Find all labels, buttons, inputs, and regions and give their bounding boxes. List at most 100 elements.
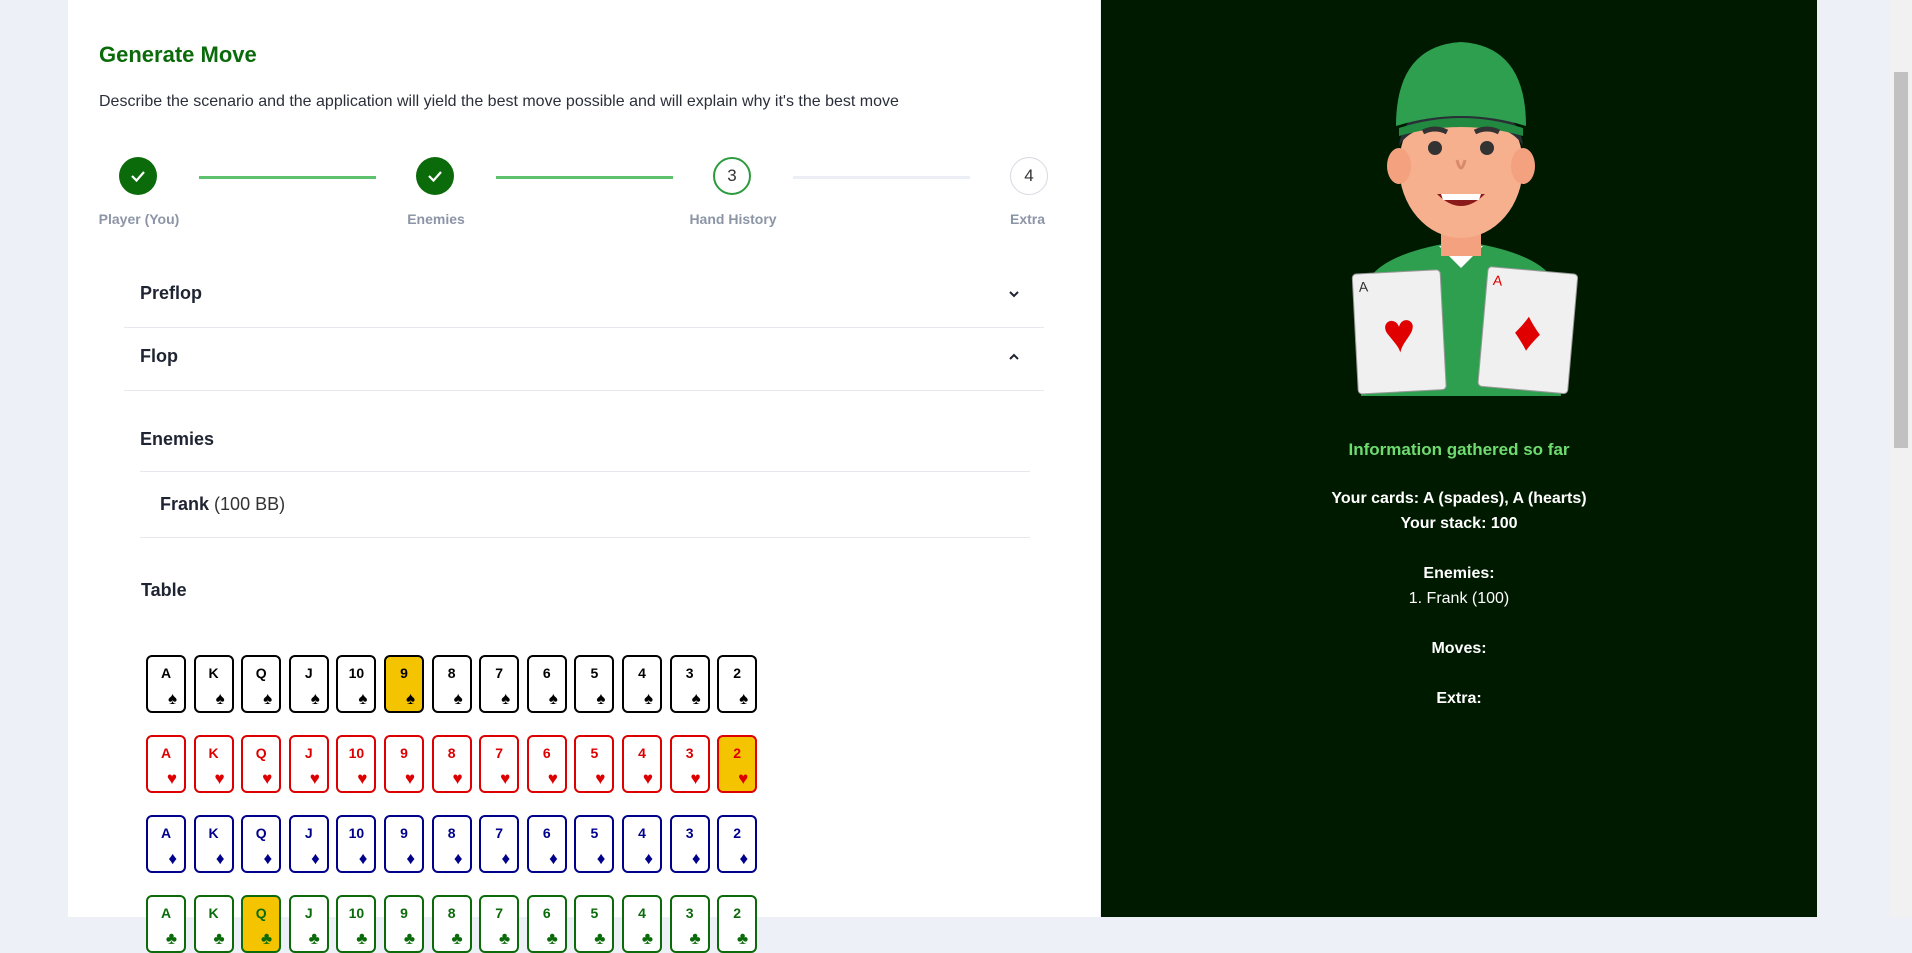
card-8-spades[interactable]: 8 ♠ — [431, 655, 472, 713]
card-J-spades[interactable]: J ♠ — [288, 655, 329, 713]
card-2-spades[interactable]: 2 ♠ — [717, 655, 758, 713]
accordion-flop[interactable]: Flop — [124, 328, 1044, 391]
card-2-hearts[interactable]: 2 ♥ — [717, 735, 758, 793]
clubs-icon: ♣ — [261, 929, 273, 948]
card-Q-spades[interactable]: Q ♠ — [241, 655, 282, 713]
card-5-diamonds[interactable]: 5 ♦ — [574, 815, 615, 873]
card-10-spades[interactable]: 10 ♠ — [336, 655, 377, 713]
card-K-spades[interactable]: K ♠ — [193, 655, 234, 713]
card-5-clubs[interactable]: 5 ♣ — [574, 895, 615, 953]
card-rank: 6 — [542, 825, 551, 841]
card-J-diamonds[interactable]: J ♦ — [288, 815, 329, 873]
spades-icon: ♠ — [643, 689, 653, 708]
svg-text:♦: ♦ — [1511, 298, 1545, 363]
card-rank: 8 — [447, 905, 456, 921]
card-Q-diamonds[interactable]: Q ♦ — [241, 815, 282, 873]
card-10-diamonds[interactable]: 10 ♦ — [336, 815, 377, 873]
card-2-clubs[interactable]: 2 ♣ — [717, 895, 758, 953]
card-J-hearts[interactable]: J ♥ — [288, 735, 329, 793]
card-Q-clubs[interactable]: Q ♣ — [241, 895, 282, 953]
card-rank: 5 — [590, 905, 599, 921]
card-6-spades[interactable]: 6 ♠ — [526, 655, 567, 713]
card-rank: J — [304, 905, 313, 921]
card-3-spades[interactable]: 3 ♠ — [669, 655, 710, 713]
step-connector-2 — [496, 176, 673, 179]
card-3-clubs[interactable]: 3 ♣ — [669, 895, 710, 953]
step-2-circle[interactable] — [416, 157, 454, 195]
step-3-label: Hand History — [689, 211, 777, 227]
card-rank: 8 — [447, 745, 456, 761]
spades-icon: ♠ — [167, 689, 177, 708]
card-5-spades[interactable]: 5 ♠ — [574, 655, 615, 713]
card-rank: 6 — [542, 905, 551, 921]
card-4-diamonds[interactable]: 4 ♦ — [622, 815, 662, 873]
card-7-hearts[interactable]: 7 ♥ — [479, 735, 520, 793]
card-2-diamonds[interactable]: 2 ♦ — [717, 815, 758, 873]
card-rank: K — [208, 745, 219, 761]
card-10-clubs[interactable]: 10 ♣ — [336, 895, 377, 953]
card-9-hearts[interactable]: 9 ♥ — [384, 735, 424, 793]
step-3-circle[interactable]: 3 — [713, 157, 751, 195]
card-A-hearts[interactable]: A ♥ — [146, 735, 186, 793]
card-7-clubs[interactable]: 7 ♣ — [479, 895, 520, 953]
card-rank: 9 — [400, 665, 408, 681]
card-rank: 9 — [400, 905, 408, 921]
step-4-label: Extra — [1010, 211, 1046, 227]
card-A-clubs[interactable]: A ♣ — [146, 895, 186, 953]
card-8-diamonds[interactable]: 8 ♦ — [431, 815, 472, 873]
card-rank: 2 — [733, 665, 742, 681]
card-Q-hearts[interactable]: Q ♥ — [241, 735, 282, 793]
card-8-clubs[interactable]: 8 ♣ — [431, 895, 472, 953]
card-9-spades[interactable]: 9 ♠ — [384, 655, 424, 713]
clubs-icon: ♣ — [499, 929, 511, 948]
card-A-diamonds[interactable]: A ♦ — [146, 815, 186, 873]
card-rank: 9 — [400, 745, 408, 761]
card-4-spades[interactable]: 4 ♠ — [622, 655, 662, 713]
card-rank: 6 — [542, 745, 551, 761]
card-10-hearts[interactable]: 10 ♥ — [336, 735, 377, 793]
diamonds-icon: ♦ — [501, 849, 511, 868]
card-6-clubs[interactable]: 6 ♣ — [526, 895, 567, 953]
card-A-spades[interactable]: A ♠ — [146, 655, 186, 713]
card-3-hearts[interactable]: 3 ♥ — [669, 735, 710, 793]
card-rank: 3 — [685, 825, 694, 841]
card-K-clubs[interactable]: K ♣ — [193, 895, 234, 953]
card-K-diamonds[interactable]: K ♦ — [193, 815, 234, 873]
diamonds-icon: ♦ — [168, 849, 177, 868]
card-J-clubs[interactable]: J ♣ — [288, 895, 329, 953]
card-rank: A — [160, 745, 172, 761]
card-rank: 2 — [733, 825, 742, 841]
step-connector-1 — [199, 176, 376, 179]
accordion-flop-title: Flop — [140, 346, 178, 366]
diamonds-icon: ♦ — [549, 849, 558, 868]
card-5-hearts[interactable]: 5 ♥ — [574, 735, 615, 793]
card-4-hearts[interactable]: 4 ♥ — [622, 735, 662, 793]
accordion-preflop[interactable]: Preflop — [124, 265, 1044, 328]
table-section-title: Table — [141, 580, 187, 600]
card-7-spades[interactable]: 7 ♠ — [479, 655, 520, 713]
card-6-hearts[interactable]: 6 ♥ — [526, 735, 567, 793]
card-9-clubs[interactable]: 9 ♣ — [384, 895, 424, 953]
clubs-icon: ♣ — [546, 929, 558, 948]
card-3-diamonds[interactable]: 3 ♦ — [669, 815, 710, 873]
card-rank: K — [208, 905, 219, 921]
card-6-diamonds[interactable]: 6 ♦ — [526, 815, 567, 873]
card-K-hearts[interactable]: K ♥ — [193, 735, 234, 793]
diamonds-icon: ♦ — [739, 849, 749, 868]
card-7-diamonds[interactable]: 7 ♦ — [479, 815, 520, 873]
card-4-clubs[interactable]: 4 ♣ — [622, 895, 662, 953]
card-rank: 3 — [685, 745, 694, 761]
clubs-icon: ♣ — [356, 929, 368, 948]
card-9-diamonds[interactable]: 9 ♦ — [384, 815, 424, 873]
card-rank: A — [160, 825, 172, 841]
enemy-item[interactable]: Frank (100 BB) — [160, 494, 285, 515]
card-rank: 5 — [590, 665, 599, 681]
card-rank: Q — [255, 665, 267, 681]
scrollbar-thumb[interactable] — [1894, 72, 1908, 448]
chevron-up-icon — [1009, 353, 1019, 360]
hearts-icon: ♥ — [357, 769, 368, 788]
card-8-hearts[interactable]: 8 ♥ — [431, 735, 472, 793]
step-4-circle[interactable]: 4 — [1010, 157, 1048, 195]
step-1-circle[interactable] — [119, 157, 157, 195]
card-rank: 7 — [495, 825, 504, 841]
